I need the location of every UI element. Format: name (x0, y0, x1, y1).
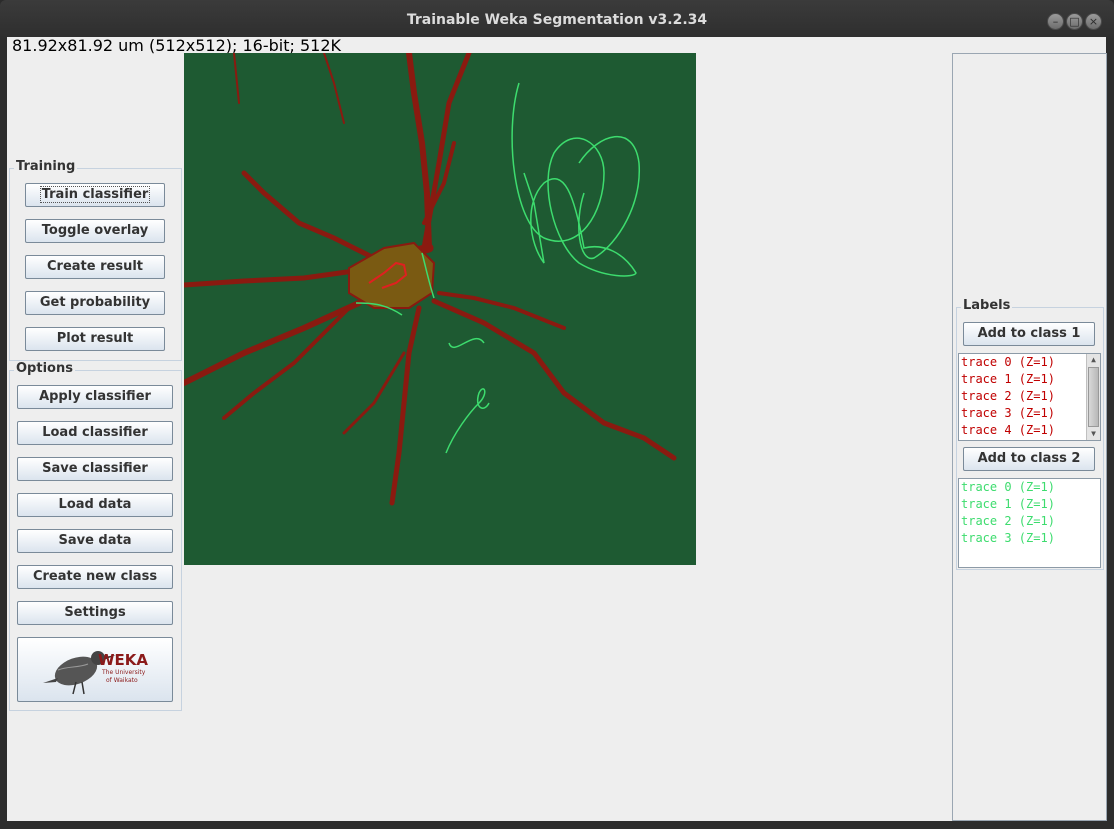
get-probability-button[interactable]: Get probability (25, 291, 165, 315)
class-2-trace-list[interactable]: trace 0 (Z=1) trace 1 (Z=1) trace 2 (Z=1) t… (958, 478, 1101, 568)
weka-bird-icon (43, 651, 116, 695)
minimize-button[interactable]: – (1047, 13, 1064, 30)
class1-trace-item[interactable]: trace 2 (Z=1) (959, 388, 1100, 405)
toggle-overlay-button[interactable]: Toggle overlay (25, 219, 165, 243)
class1-trace-item[interactable]: trace 0 (Z=1) (959, 354, 1100, 371)
weka-text: WEKA (98, 651, 149, 669)
class-1-scrollbar[interactable]: ▲ ▼ (1086, 354, 1100, 440)
app-window: Trainable Weka Segmentation v3.2.34 – □ … (0, 0, 1114, 829)
neuron-image[interactable] (184, 53, 696, 565)
create-result-button[interactable]: Create result (25, 255, 165, 279)
weka-logo-button[interactable]: WEKA The University of Waikato (17, 637, 173, 702)
apply-classifier-button[interactable]: Apply classifier (17, 385, 173, 409)
add-to-class-2-button[interactable]: Add to class 2 (963, 447, 1095, 471)
save-classifier-button[interactable]: Save classifier (17, 457, 173, 481)
options-title: Options (14, 361, 75, 376)
save-data-button[interactable]: Save data (17, 529, 173, 553)
weka-subtitle-1: The University (102, 669, 146, 676)
class2-trace-item[interactable]: trace 0 (Z=1) (959, 479, 1100, 496)
class-1-trace-list[interactable]: trace 0 (Z=1) trace 1 (Z=1) trace 2 (Z=1) t… (958, 353, 1101, 441)
class1-trace-item[interactable]: trace 4 (Z=1) (959, 422, 1100, 439)
window-title: Trainable Weka Segmentation v3.2.34 (406, 12, 708, 28)
load-classifier-button[interactable]: Load classifier (17, 421, 173, 445)
train-classifier-button[interactable]: Train classifier (25, 183, 165, 207)
settings-button[interactable]: Settings (17, 601, 173, 625)
create-new-class-button[interactable]: Create new class (17, 565, 173, 589)
class2-trace-item[interactable]: trace 1 (Z=1) (959, 496, 1100, 513)
close-button[interactable]: × (1085, 13, 1102, 30)
class2-trace-item[interactable]: trace 2 (Z=1) (959, 513, 1100, 530)
training-title: Training (14, 159, 78, 174)
load-data-button[interactable]: Load data (17, 493, 173, 517)
class2-trace-item[interactable]: trace 3 (Z=1) (959, 530, 1100, 547)
weka-subtitle-2: of Waikato (106, 677, 138, 684)
image-canvas[interactable] (184, 53, 696, 565)
title-bar[interactable]: Trainable Weka Segmentation v3.2.34 – □ … (0, 0, 1114, 38)
labels-title: Labels (961, 298, 1013, 313)
scroll-thumb[interactable] (1088, 367, 1099, 427)
maximize-button[interactable]: □ (1066, 13, 1083, 30)
class1-trace-item[interactable]: trace 3 (Z=1) (959, 405, 1100, 422)
scroll-up-arrow-icon[interactable]: ▲ (1087, 354, 1100, 366)
plot-result-button[interactable]: Plot result (25, 327, 165, 351)
scroll-down-arrow-icon[interactable]: ▼ (1087, 428, 1100, 440)
add-to-class-1-button[interactable]: Add to class 1 (963, 322, 1095, 346)
class1-trace-item[interactable]: trace 1 (Z=1) (959, 371, 1100, 388)
